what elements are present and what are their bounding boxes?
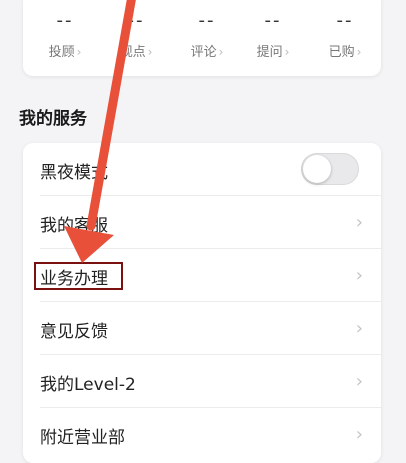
- stat-questions[interactable]: -- 提问 ›: [237, 0, 309, 76]
- chevron-right-icon: ›: [284, 45, 290, 59]
- chevron-right-icon: ›: [355, 212, 363, 233]
- service-label: 我的客服: [40, 216, 108, 236]
- service-row-feedback[interactable]: 意见反馈 ›: [23, 302, 381, 355]
- stat-comments[interactable]: -- 评论 ›: [171, 0, 243, 76]
- dark-mode-toggle[interactable]: [301, 153, 359, 185]
- highlight-box: [34, 262, 123, 290]
- chevron-right-icon: ›: [355, 318, 363, 339]
- services-card: 黑夜模式 我的客服 › 业务办理 › 意见反馈 › 我的Level-2 › 附近…: [23, 143, 381, 463]
- service-label: 黑夜模式: [40, 163, 108, 183]
- service-row-dark-mode: 黑夜模式: [23, 143, 381, 196]
- stat-advisors[interactable]: -- 投顾 ›: [29, 0, 101, 76]
- service-label: 意见反馈: [40, 322, 108, 342]
- stat-label: 已购 ›: [328, 45, 362, 60]
- stat-value: --: [198, 10, 216, 31]
- chevron-right-icon: ›: [355, 265, 363, 286]
- chevron-right-icon: ›: [218, 45, 224, 59]
- service-label: 附近营业部: [40, 428, 125, 448]
- stat-value: --: [127, 10, 145, 31]
- chevron-right-icon: ›: [147, 45, 153, 59]
- stat-purchased[interactable]: -- 已购 ›: [309, 0, 381, 76]
- stat-label: 投顾 ›: [48, 45, 82, 60]
- stat-label: 观点 ›: [119, 45, 153, 60]
- service-label: 我的Level-2: [40, 375, 136, 395]
- chevron-right-icon: ›: [356, 45, 362, 59]
- stat-value: --: [336, 10, 354, 31]
- stat-value: --: [264, 10, 282, 31]
- stat-value: --: [56, 10, 74, 31]
- stat-viewpoints[interactable]: -- 观点 ›: [100, 0, 172, 76]
- service-row-customer-service[interactable]: 我的客服 ›: [23, 196, 381, 249]
- stats-card: -- 投顾 › -- 观点 › -- 评论 › -- 提问 › -- 已购 ›: [23, 0, 381, 76]
- service-row-level2[interactable]: 我的Level-2 ›: [23, 355, 381, 408]
- section-title: 我的服务: [19, 109, 87, 129]
- chevron-right-icon: ›: [355, 371, 363, 392]
- toggle-knob: [303, 155, 331, 183]
- stat-label: 评论 ›: [190, 45, 224, 60]
- chevron-right-icon: ›: [76, 45, 82, 59]
- stat-label: 提问 ›: [256, 45, 290, 60]
